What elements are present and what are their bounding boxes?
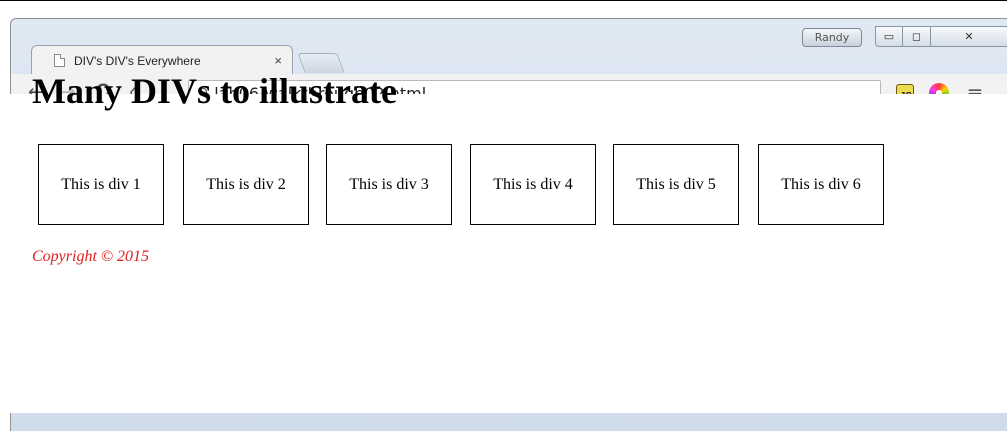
window-controls: ▭ ◻ ✕ — [875, 26, 1007, 47]
document-icon — [54, 54, 65, 67]
demo-div-3: This is div 3 — [326, 144, 452, 225]
top-rule — [0, 0, 1007, 1]
demo-div-4: This is div 4 — [470, 144, 596, 225]
tab-title: DIV's DIV's Everywhere — [74, 53, 201, 68]
demo-div-label: This is div 4 — [493, 175, 573, 193]
copyright-text: Copyright © 2015 — [32, 248, 150, 265]
page-viewport: Many DIVs to illustrate This is div 1 Th… — [10, 71, 1007, 413]
demo-div-1: This is div 1 — [38, 144, 164, 225]
demo-div-label: This is div 6 — [781, 175, 861, 193]
demo-div-5: This is div 5 — [613, 144, 739, 225]
demo-div-label: This is div 5 — [636, 175, 716, 193]
close-icon: ✕ — [964, 30, 974, 43]
demo-div-label: This is div 2 — [206, 175, 286, 193]
demo-div-2: This is div 2 — [183, 144, 309, 225]
maximize-button[interactable]: ◻ — [903, 26, 931, 47]
page-heading: Many DIVs to illustrate — [32, 71, 397, 111]
demo-div-label: This is div 3 — [349, 175, 429, 193]
maximize-icon: ◻ — [911, 30, 922, 43]
profile-button[interactable]: Randy — [802, 28, 862, 47]
minimize-icon: ▭ — [883, 30, 895, 43]
tab-close-icon[interactable]: × — [274, 53, 282, 68]
demo-div-6: This is div 6 — [758, 144, 884, 225]
close-window-button[interactable]: ✕ — [931, 26, 1007, 47]
demo-div-label: This is div 1 — [61, 175, 141, 193]
minimize-button[interactable]: ▭ — [875, 26, 903, 47]
